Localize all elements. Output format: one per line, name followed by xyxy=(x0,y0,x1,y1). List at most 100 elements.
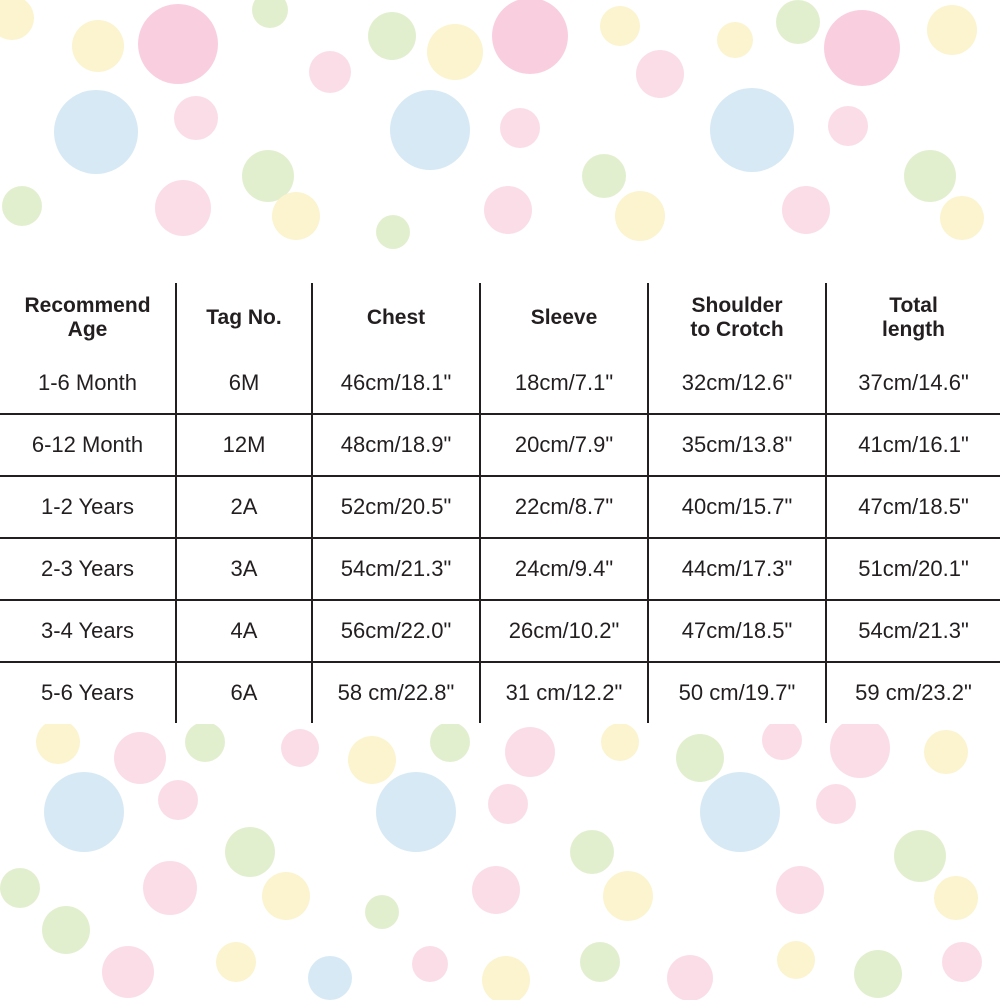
confetti-dot xyxy=(816,784,856,824)
confetti-dot xyxy=(114,732,166,784)
header-shoulder-to-crotch-line1: Shoulder xyxy=(691,294,783,318)
cell-total-length: 47cm/18.5" xyxy=(825,475,1000,539)
table-body: 1-6 Month 6M 46cm/18.1" 18cm/7.1" 32cm/1… xyxy=(0,353,1000,723)
confetti-dot xyxy=(365,895,399,929)
confetti-dot xyxy=(927,5,977,55)
cell-tag: 12M xyxy=(175,413,313,477)
confetti-dot xyxy=(0,0,34,40)
cell-shoulder-to-crotch: 35cm/13.8" xyxy=(647,413,827,477)
table-row: 3-4 Years 4A 56cm/22.0" 26cm/10.2" 47cm/… xyxy=(0,599,1000,663)
cell-total-length: 51cm/20.1" xyxy=(825,537,1000,601)
confetti-dot xyxy=(700,772,780,852)
cell-chest: 58 cm/22.8" xyxy=(311,661,481,723)
header-total-length: Total length xyxy=(825,283,1000,353)
confetti-dot xyxy=(492,0,568,74)
cell-total-length: 41cm/16.1" xyxy=(825,413,1000,477)
confetti-dot xyxy=(216,942,256,982)
confetti-dot xyxy=(934,876,978,920)
table-row: 1-2 Years 2A 52cm/20.5" 22cm/8.7" 40cm/1… xyxy=(0,475,1000,539)
header-recommend-age: Recommend Age xyxy=(0,283,177,353)
confetti-dot xyxy=(2,186,42,226)
confetti-dot xyxy=(308,956,352,1000)
cell-tag: 3A xyxy=(175,537,313,601)
cell-shoulder-to-crotch: 47cm/18.5" xyxy=(647,599,827,663)
confetti-dot xyxy=(225,827,275,877)
confetti-dot xyxy=(376,215,410,249)
cell-age: 1-2 Years xyxy=(0,475,177,539)
confetti-dot xyxy=(777,941,815,979)
header-recommend-age-line1: Recommend xyxy=(24,294,151,318)
confetti-dot xyxy=(412,946,448,982)
cell-age: 6-12 Month xyxy=(0,413,177,477)
confetti-dot xyxy=(158,780,198,820)
cell-chest: 52cm/20.5" xyxy=(311,475,481,539)
confetti-dot xyxy=(427,24,483,80)
cell-tag: 6A xyxy=(175,661,313,723)
confetti-dot xyxy=(500,108,540,148)
table-row: 6-12 Month 12M 48cm/18.9" 20cm/7.9" 35cm… xyxy=(0,413,1000,477)
decorative-confetti-top xyxy=(0,0,1000,283)
confetti-dot xyxy=(143,861,197,915)
confetti-dot xyxy=(824,10,900,86)
confetti-dot xyxy=(185,724,225,762)
cell-age: 2-3 Years xyxy=(0,537,177,601)
table-row: 2-3 Years 3A 54cm/21.3" 24cm/9.4" 44cm/1… xyxy=(0,537,1000,601)
cell-tag: 6M xyxy=(175,353,313,415)
confetti-dot xyxy=(942,942,982,982)
cell-total-length: 54cm/21.3" xyxy=(825,599,1000,663)
cell-total-length: 37cm/14.6" xyxy=(825,353,1000,415)
cell-shoulder-to-crotch: 44cm/17.3" xyxy=(647,537,827,601)
cell-shoulder-to-crotch: 50 cm/19.7" xyxy=(647,661,827,723)
confetti-dot xyxy=(348,736,396,784)
confetti-dot xyxy=(710,88,794,172)
confetti-dot xyxy=(601,724,639,761)
table-header-row: Recommend Age Tag No. Chest Sleeve Shoul… xyxy=(0,283,1000,353)
cell-sleeve: 18cm/7.1" xyxy=(479,353,649,415)
cell-age: 3-4 Years xyxy=(0,599,177,663)
confetti-dot xyxy=(472,866,520,914)
confetti-dot xyxy=(580,942,620,982)
cell-tag: 2A xyxy=(175,475,313,539)
cell-age: 1-6 Month xyxy=(0,353,177,415)
confetti-dot xyxy=(676,734,724,782)
confetti-dot xyxy=(42,906,90,954)
size-chart-table: Recommend Age Tag No. Chest Sleeve Shoul… xyxy=(0,283,1000,723)
cell-shoulder-to-crotch: 40cm/15.7" xyxy=(647,475,827,539)
confetti-dot xyxy=(252,0,288,28)
confetti-dot xyxy=(36,724,80,764)
confetti-dot xyxy=(894,830,946,882)
confetti-dot xyxy=(309,51,351,93)
table-header: Recommend Age Tag No. Chest Sleeve Shoul… xyxy=(0,283,1000,353)
cell-chest: 46cm/18.1" xyxy=(311,353,481,415)
confetti-dot xyxy=(138,4,218,84)
cell-sleeve: 22cm/8.7" xyxy=(479,475,649,539)
header-total-length-line1: Total xyxy=(889,294,938,318)
confetti-dot xyxy=(603,871,653,921)
confetti-dot xyxy=(667,955,713,1000)
header-tag-no-line1: Tag No. xyxy=(206,306,282,330)
confetti-dot xyxy=(904,150,956,202)
confetti-dot xyxy=(854,950,902,998)
confetti-dot xyxy=(782,186,830,234)
cell-sleeve: 31 cm/12.2" xyxy=(479,661,649,723)
cell-tag: 4A xyxy=(175,599,313,663)
confetti-dot xyxy=(488,784,528,824)
confetti-dot xyxy=(102,946,154,998)
confetti-dot xyxy=(262,872,310,920)
header-sleeve: Sleeve xyxy=(479,283,649,353)
header-chest-line1: Chest xyxy=(366,306,426,330)
cell-chest: 54cm/21.3" xyxy=(311,537,481,601)
confetti-dot xyxy=(615,191,665,241)
header-tag-no: Tag No. xyxy=(175,283,313,353)
confetti-dot xyxy=(54,90,138,174)
header-sleeve-line1: Sleeve xyxy=(530,306,598,330)
header-chest: Chest xyxy=(311,283,481,353)
confetti-dot xyxy=(717,22,753,58)
confetti-dot xyxy=(570,830,614,874)
confetti-dot xyxy=(482,956,530,1000)
confetti-dot xyxy=(636,50,684,98)
confetti-dot xyxy=(0,868,40,908)
confetti-dot xyxy=(828,106,868,146)
header-total-length-line2: length xyxy=(882,318,945,341)
confetti-dot xyxy=(281,729,319,767)
